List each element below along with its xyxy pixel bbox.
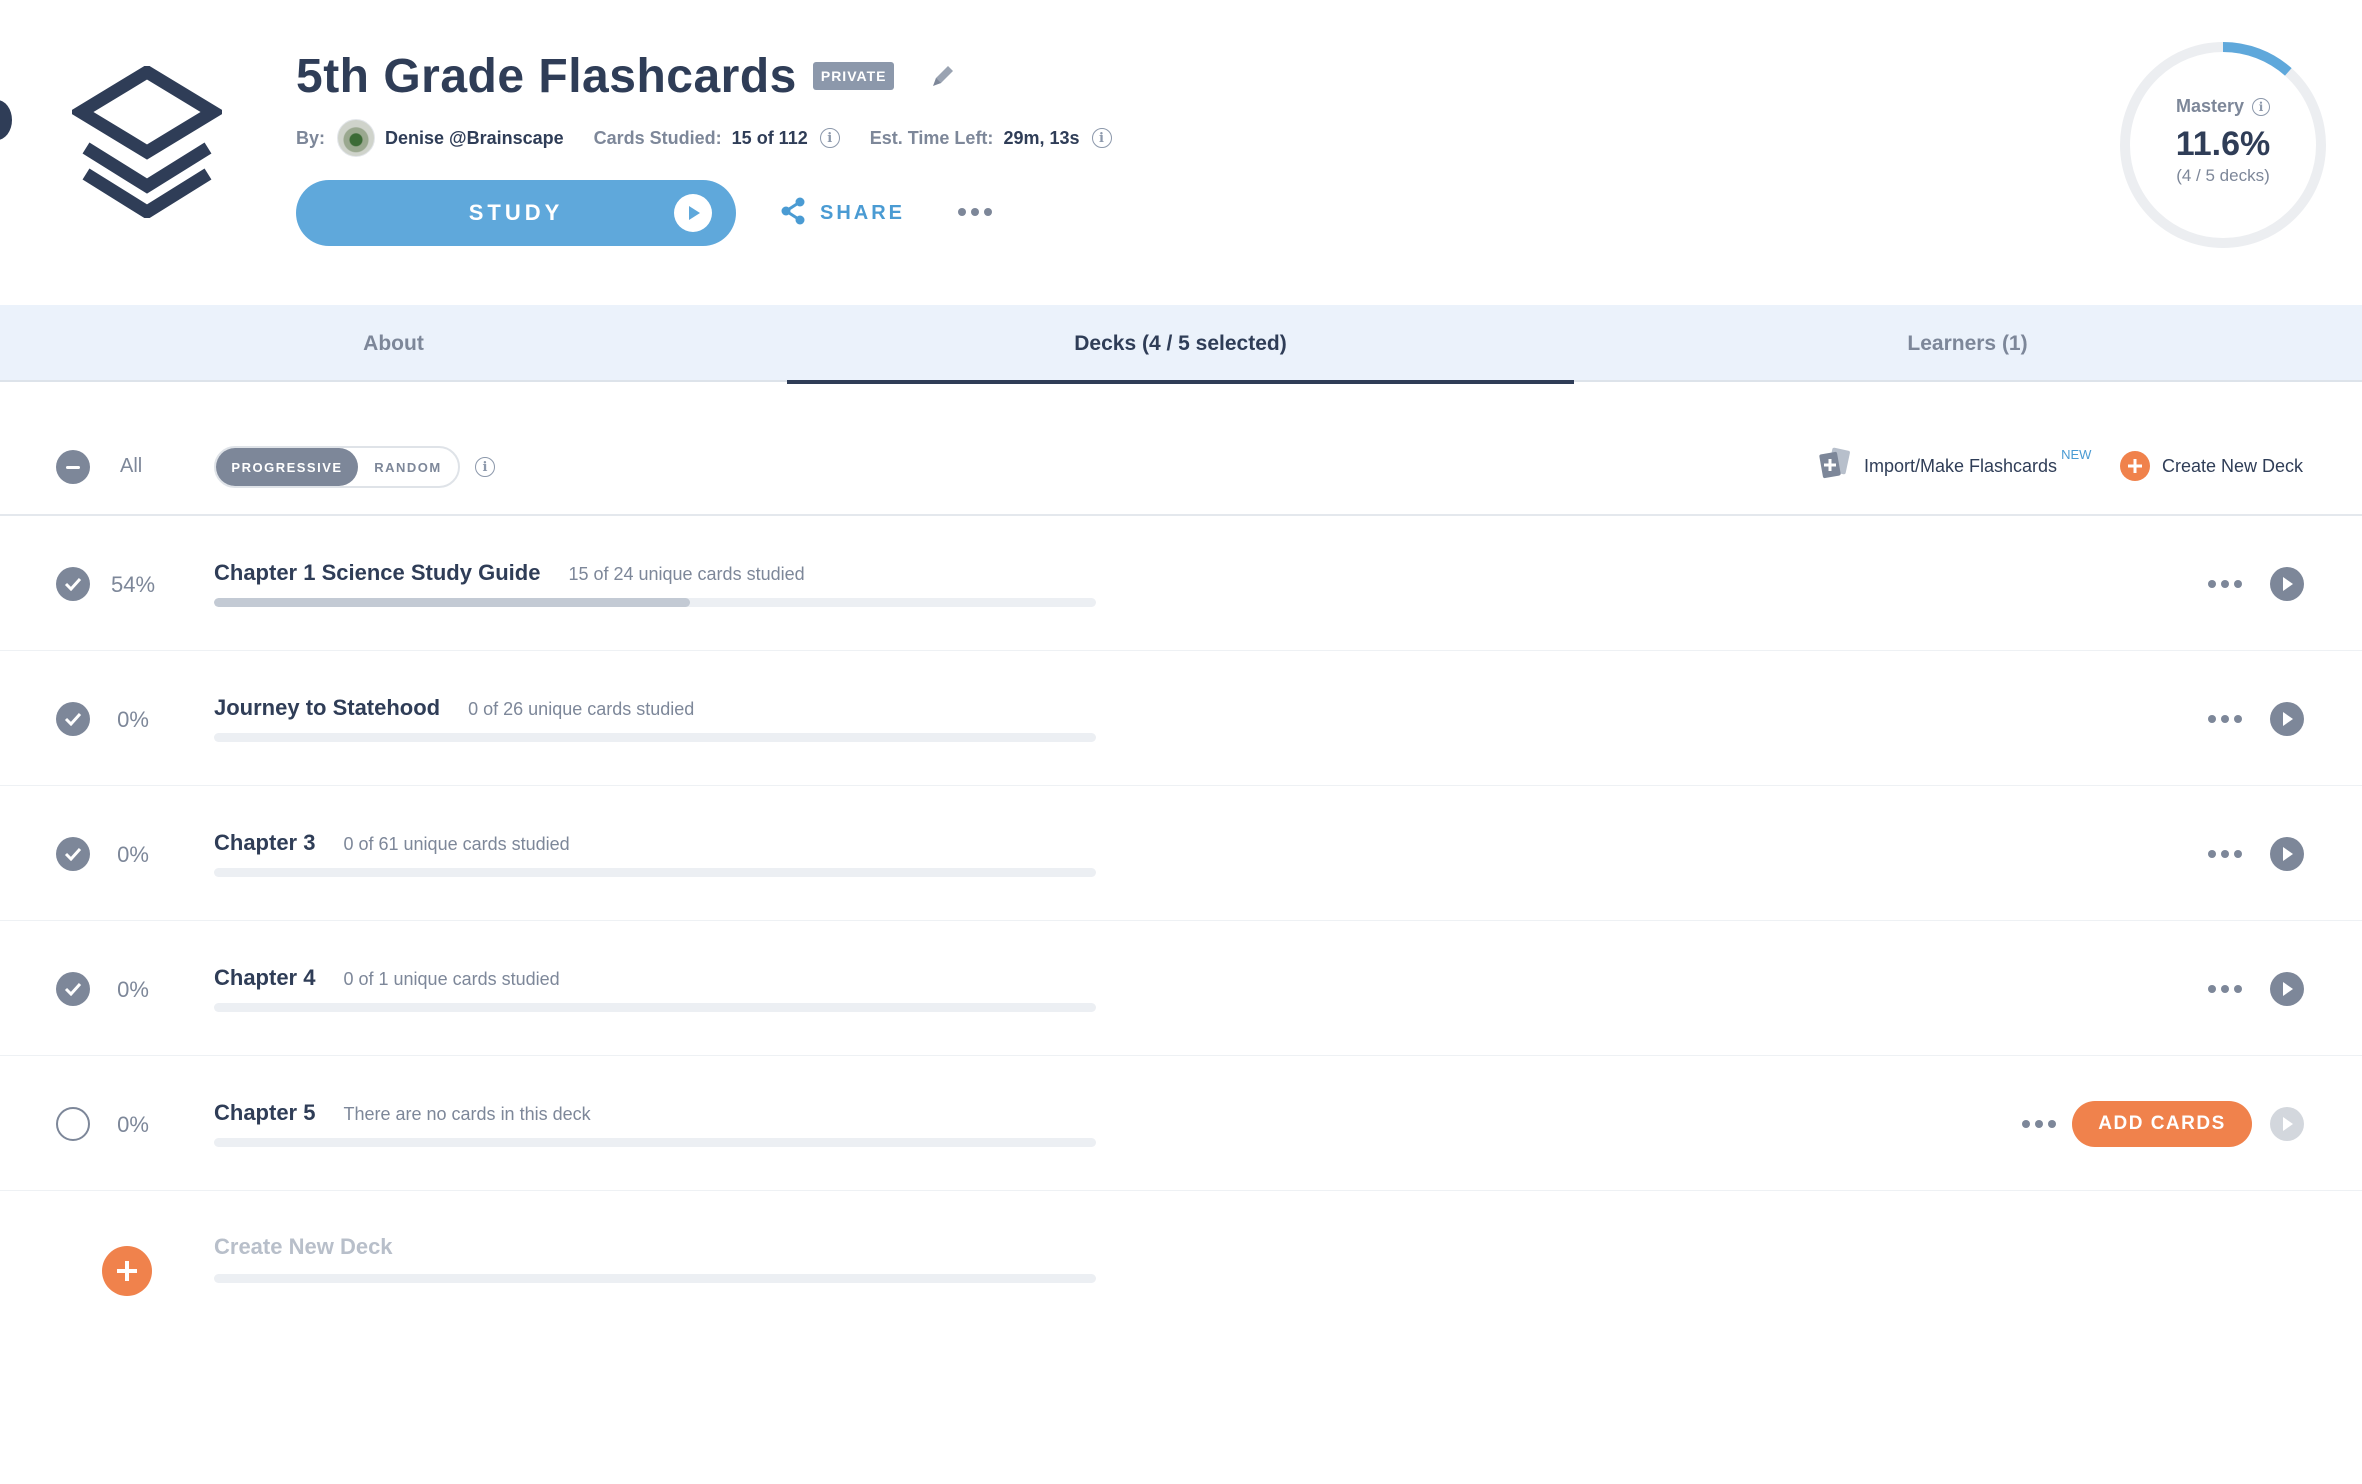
more-icon[interactable] [2208,580,2242,588]
privacy-badge: PRIVATE [812,62,895,90]
create-deck-row [0,1191,2362,1326]
deck-checkbox-check-icon[interactable] [56,702,90,736]
deck-name[interactable]: Chapter 3 [214,830,315,856]
deck-progress-bar [214,733,1096,742]
deck-subtitle: There are no cards in this deck [343,1104,591,1124]
time-left-label: Est. Time Left: [869,127,994,148]
plus-icon [2120,451,2150,481]
mastery-decks: (4 / 5 decks) [2176,166,2270,185]
deck-progress-bar [214,1138,1096,1147]
deck-row[interactable]: 0% Chapter 4 0 of 1 unique cards studied [0,921,2362,1056]
deck-name[interactable]: Journey to Statehood [214,695,440,721]
deck-name[interactable]: Chapter 1 Science Study Guide [214,560,540,586]
more-icon[interactable] [2022,1120,2056,1128]
deck-subtitle: 0 of 61 unique cards studied [343,834,570,854]
deck-checkbox-check-icon[interactable] [56,837,90,871]
avatar[interactable] [337,119,376,157]
deck-percent: 54% [110,572,156,597]
create-new-deck-button[interactable]: Create New Deck [2120,448,2303,484]
deck-toolbar: All PROGRESSIVE RANDOM i Import/Make Fla… [0,420,2362,516]
study-button[interactable]: STUDY [296,180,736,246]
deck-row[interactable]: 0% Chapter 5 There are no cards in this … [0,1056,2362,1191]
deck-percent: 0% [117,977,149,1002]
title-row: 5th Grade Flashcards PRIVATE [296,44,960,108]
more-icon[interactable] [2208,850,2242,858]
deck-checkbox[interactable] [56,1107,90,1141]
mastery-widget: Mastery i 11.6% (4 / 5 decks) [2118,40,2328,250]
deck-row[interactable]: 0% Journey to Statehood 0 of 26 unique c… [0,651,2362,786]
import-make-flashcards-button[interactable]: Import/Make Flashcards NEW [1818,446,2091,486]
play-icon[interactable] [2270,972,2304,1006]
create-deck-input[interactable] [214,1227,1096,1267]
pencil-icon[interactable] [926,59,960,93]
deck-row[interactable]: 54% Chapter 1 Science Study Guide 15 of … [0,516,2362,651]
deck-subtitle: 15 of 24 unique cards studied [568,564,805,584]
cards-studied-value: 15 of 112 [731,127,808,148]
info-icon[interactable]: i [475,457,495,477]
tab-decks[interactable]: Decks (4 / 5 selected) [787,305,1574,384]
plus-icon[interactable] [102,1246,152,1296]
add-cards-button[interactable]: ADD CARDS [2072,1101,2252,1147]
time-left-value: 29m, 13s [1003,127,1080,148]
study-mode-toggle: PROGRESSIVE RANDOM [214,446,460,488]
share-label: SHARE [820,201,906,224]
deck-progress-bar [214,598,1096,607]
create-deck-label: Create New Deck [2162,455,2304,476]
more-icon[interactable] [2208,715,2242,723]
more-icon[interactable] [958,208,992,216]
cards-studied-label: Cards Studied: [593,127,722,148]
mastery-value: 11.6% [2175,125,2271,163]
tab-learners[interactable]: Learners (1) [1574,305,2361,382]
deck-checkbox-check-icon[interactable] [56,567,90,601]
mastery-label: Mastery i [2118,96,2328,117]
create-deck-underline [214,1274,1096,1283]
import-label: Import/Make Flashcards [1864,455,2058,476]
share-button[interactable]: SHARE [780,196,905,230]
deselect-all-minus-icon[interactable] [56,450,90,484]
author-name[interactable]: Denise @Brainscape [385,128,564,149]
new-badge: NEW [2061,446,2092,462]
deck-list: 54% Chapter 1 Science Study Guide 15 of … [0,516,2362,1326]
play-icon[interactable] [2270,702,2304,736]
tab-about[interactable]: About [0,305,787,382]
deck-subtitle: 0 of 26 unique cards studied [468,699,695,719]
info-icon[interactable]: i [819,128,840,148]
pack-title: 5th Grade Flashcards [296,49,797,103]
deck-checkbox-check-icon[interactable] [56,972,90,1006]
info-icon[interactable]: i [2252,97,2271,116]
deck-logo-layers-icon [68,64,226,220]
play-icon[interactable] [2270,837,2304,871]
deck-name[interactable]: Chapter 4 [214,965,315,991]
play-icon [674,194,712,232]
cards-import-icon [1818,447,1852,486]
sidebar-toggle[interactable] [0,100,12,140]
share-icon [780,197,806,230]
deck-percent: 0% [117,842,149,867]
deck-progress-bar [214,1003,1096,1012]
by-label: By: [296,127,326,148]
deck-subtitle: 0 of 1 unique cards studied [343,969,560,989]
deck-progress-bar [214,868,1096,877]
mode-progressive[interactable]: PROGRESSIVE [216,448,358,486]
deck-percent: 0% [117,707,149,732]
play-icon[interactable] [2270,1107,2304,1141]
mode-random[interactable]: RANDOM [358,448,458,486]
all-label: All [120,455,143,477]
deck-name[interactable]: Chapter 5 [214,1100,315,1126]
info-icon[interactable]: i [1091,128,1112,148]
play-icon[interactable] [2270,567,2304,601]
study-label: STUDY [468,200,564,225]
pack-tabs: About Decks (4 / 5 selected) Learners (1… [0,305,2362,384]
more-icon[interactable] [2208,985,2242,993]
deck-percent: 0% [117,1112,149,1137]
deck-row[interactable]: 0% Chapter 3 0 of 61 unique cards studie… [0,786,2362,921]
pack-meta: By: Denise @Brainscape Cards Studied: 15… [296,118,1112,158]
